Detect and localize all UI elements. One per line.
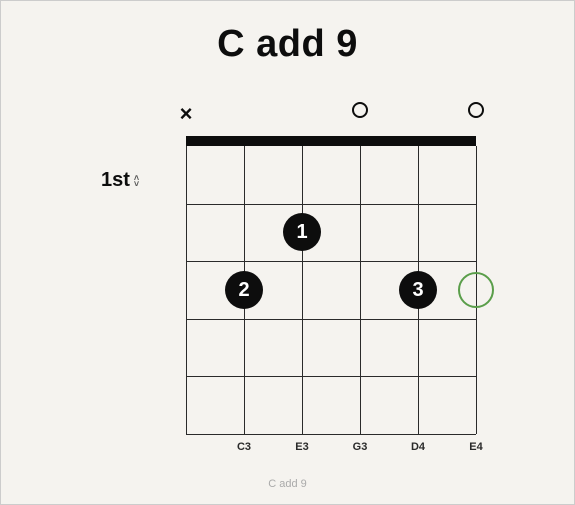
fret-line <box>186 261 476 262</box>
finger-dot[interactable]: 2 <box>225 271 263 309</box>
finger-dot[interactable]: 3 <box>399 271 437 309</box>
string-line <box>302 146 303 434</box>
mute-indicator: × <box>176 101 196 127</box>
diagram-caption: C add 9 <box>1 478 574 490</box>
x-icon: × <box>180 101 193 126</box>
circle-icon <box>352 102 368 118</box>
starting-fret-label: 1st <box>101 169 130 192</box>
circle-icon <box>468 102 484 118</box>
fret-line <box>186 376 476 377</box>
note-name-label: D4 <box>411 441 425 453</box>
note-name-label: C3 <box>237 441 251 453</box>
nut-bar <box>186 136 476 146</box>
chevron-down-icon: ˅ <box>134 181 139 187</box>
fret-stepper-icon[interactable]: ˄ ˅ <box>134 175 139 187</box>
fret-line <box>186 319 476 320</box>
finger-dot[interactable]: 1 <box>283 213 321 251</box>
fret-line <box>186 434 476 435</box>
fret-line <box>186 204 476 205</box>
starting-fret-control[interactable]: 1st ˄ ˅ <box>101 169 139 192</box>
note-name-label: E3 <box>295 441 308 453</box>
note-name-label: E4 <box>469 441 482 453</box>
ghost-dot[interactable] <box>458 272 494 308</box>
open-indicator <box>466 101 486 124</box>
open-indicator <box>350 101 370 124</box>
chord-title: C add 9 <box>1 23 574 66</box>
string-line <box>360 146 361 434</box>
string-line <box>186 146 187 434</box>
note-name-label: G3 <box>353 441 368 453</box>
